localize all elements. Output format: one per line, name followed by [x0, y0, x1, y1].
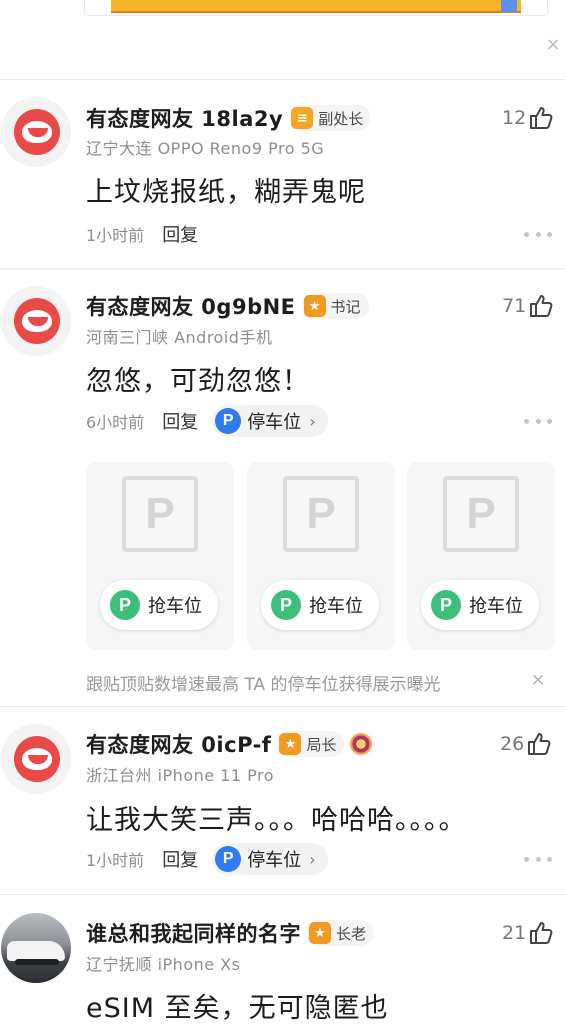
comment-header: 谁总和我起同样的名字 ★ 长老: [86, 918, 375, 948]
reply-button[interactable]: 回复: [162, 221, 198, 247]
rank-label: 长老: [336, 924, 367, 943]
rank-label: 书记: [330, 297, 361, 316]
promo-text: 跟贴顶贴数增速最高 TA 的停车位获得展示曝光: [86, 675, 441, 695]
username[interactable]: 有态度网友 0icP-f: [86, 729, 271, 759]
grab-spot-label: 抢车位: [148, 596, 202, 617]
parking-spot-button[interactable]: P 停车位 ›: [212, 405, 328, 437]
rank-badge[interactable]: ★ 局长: [277, 731, 345, 757]
more-options-icon[interactable]: [524, 854, 552, 864]
banner-image: [111, 0, 521, 13]
comment-footer: 1小时前 回复 P 停车位 ›: [86, 843, 328, 875]
divider: [0, 268, 565, 269]
comment-text[interactable]: 让我大笑三声。。。哈哈哈。。。。: [86, 798, 467, 837]
thumbs-up-icon: [530, 295, 553, 317]
comment-text[interactable]: 上坟烧报纸，糊弄鬼呢: [86, 170, 366, 209]
username[interactable]: 谁总和我起同样的名字: [86, 918, 301, 948]
medal-icon[interactable]: [350, 733, 373, 755]
like-button[interactable]: 26: [500, 729, 552, 759]
star-rank-icon: ★: [279, 733, 302, 755]
divider: [0, 706, 565, 707]
comment-header: 有态度网友 0g9bNE ★ 书记: [86, 291, 369, 321]
parking-icon: P: [215, 846, 242, 872]
parking-label: 停车位: [247, 850, 302, 871]
location-device: 辽宁大连 OPPO Reno9 Pro 5G: [86, 139, 325, 158]
close-icon[interactable]: ×: [544, 36, 562, 54]
like-button[interactable]: 71: [502, 291, 554, 321]
divider: [0, 894, 565, 895]
comment-footer: 1小时前 回复: [86, 218, 198, 250]
parking-card[interactable]: P P 抢车位: [247, 462, 395, 650]
location-device: 河南三门峡 Android手机: [86, 328, 273, 347]
avatar[interactable]: [1, 724, 71, 794]
grab-spot-button[interactable]: P 抢车位: [100, 580, 218, 630]
more-options-icon[interactable]: [524, 416, 552, 426]
grab-spot-label: 抢车位: [309, 596, 363, 617]
shield-rank-icon: ≡: [291, 107, 314, 129]
avatar[interactable]: [1, 286, 71, 356]
parking-card[interactable]: P P 抢车位: [86, 462, 234, 650]
star-rank-icon: ★: [303, 295, 326, 317]
thumbs-up-icon: [530, 922, 553, 944]
location-device: 浙江台州 iPhone 11 Pro: [86, 766, 275, 785]
parking-icon: P: [431, 590, 461, 620]
rank-badge[interactable]: ≡ 副处长: [289, 105, 372, 131]
parking-label: 停车位: [247, 412, 302, 433]
parking-placeholder-icon: P: [122, 476, 198, 552]
comment-header: 有态度网友 18la2y ≡ 副处长: [86, 103, 372, 133]
thumbs-up-icon: [528, 733, 551, 755]
timestamp: 1小时前: [86, 851, 145, 870]
grab-spot-button[interactable]: P 抢车位: [421, 580, 539, 630]
parking-icon: P: [110, 590, 140, 620]
comment-text[interactable]: 忽悠，可劲忽悠！: [86, 359, 310, 398]
reply-button[interactable]: 回复: [162, 408, 198, 434]
comment-text[interactable]: eSIM 至矣，无可隐匿也: [86, 986, 389, 1024]
timestamp: 1小时前: [86, 226, 145, 245]
chevron-right-icon: ›: [309, 411, 316, 431]
location-device: 辽宁抚顺 iPhone Xs: [86, 955, 241, 974]
parking-placeholder-icon: P: [283, 476, 359, 552]
reply-button[interactable]: 回复: [162, 846, 198, 872]
grab-spot-label: 抢车位: [469, 596, 523, 617]
rank-label: 局长: [306, 735, 337, 754]
parking-placeholder-icon: P: [443, 476, 519, 552]
like-button[interactable]: 21: [502, 918, 554, 948]
avatar[interactable]: [1, 913, 71, 983]
rank-label: 副处长: [318, 109, 364, 128]
parking-icon: P: [215, 408, 242, 434]
top-ad-banner: ×: [0, 0, 565, 80]
rank-badge[interactable]: ★ 长老: [307, 920, 375, 946]
avatar[interactable]: [1, 97, 71, 167]
more-options-icon[interactable]: [524, 229, 552, 239]
like-count: 12: [502, 107, 527, 129]
username[interactable]: 有态度网友 0g9bNE: [86, 291, 296, 321]
username[interactable]: 有态度网友 18la2y: [86, 103, 283, 133]
rank-badge[interactable]: ★ 书记: [301, 293, 369, 319]
parking-icon: P: [271, 590, 301, 620]
banner-card[interactable]: [84, 0, 548, 16]
like-button[interactable]: 12: [502, 103, 554, 133]
parking-cards: P P 抢车位 P P 抢车位 P P 抢车位: [86, 462, 556, 650]
like-count: 26: [500, 733, 525, 755]
star-rank-icon: ★: [309, 922, 331, 944]
comment-footer: 6小时前 回复 P 停车位 ›: [86, 405, 328, 437]
parking-card[interactable]: P P 抢车位: [407, 462, 555, 650]
close-icon[interactable]: ×: [530, 671, 546, 689]
chevron-right-icon: ›: [309, 849, 316, 869]
timestamp: 6小时前: [86, 413, 145, 432]
comment-header: 有态度网友 0icP-f ★ 局长: [86, 729, 373, 759]
grab-spot-button[interactable]: P 抢车位: [261, 580, 379, 630]
like-count: 21: [502, 922, 527, 944]
like-count: 71: [502, 295, 527, 317]
parking-spot-button[interactable]: P 停车位 ›: [212, 843, 328, 875]
thumbs-up-icon: [530, 107, 553, 129]
divider: [0, 79, 565, 80]
